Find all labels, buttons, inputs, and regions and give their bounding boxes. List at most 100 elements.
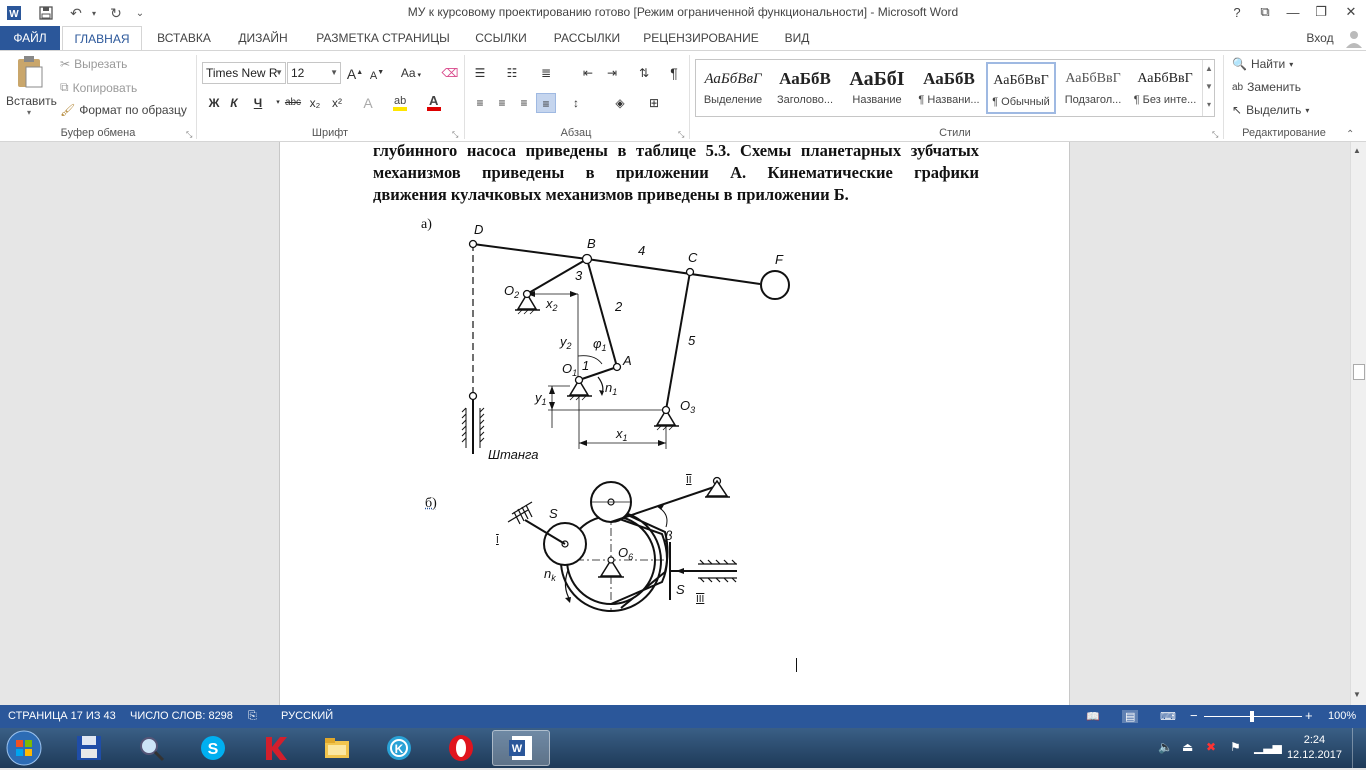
volume-icon[interactable]: 🔈: [1158, 740, 1173, 754]
tab-layout[interactable]: РАЗМЕТКА СТРАНИЦЫ: [306, 26, 460, 50]
tab-references[interactable]: ССЫЛКИ: [466, 26, 536, 50]
signal-icon[interactable]: ▁▃▅: [1254, 740, 1282, 754]
restore-button[interactable]: ❐: [1306, 0, 1336, 24]
taskbar-app-kaspersky[interactable]: [246, 730, 304, 766]
align-right-icon[interactable]: ≡: [514, 93, 534, 113]
font-size-combo[interactable]: 12 ▼: [287, 62, 341, 84]
flag-icon[interactable]: ⚑: [1230, 740, 1241, 754]
sort-icon[interactable]: ⇅: [634, 63, 654, 83]
font-color-icon[interactable]: A: [424, 93, 444, 113]
underline-button[interactable]: Ч: [248, 93, 268, 113]
styles-launcher-icon[interactable]: ⤡: [1212, 131, 1220, 139]
language[interactable]: РУССКИЙ: [281, 710, 333, 722]
format-painter-button[interactable]: 🖌 Формат по образцу: [60, 103, 187, 117]
shrink-font-button[interactable]: A▼: [367, 63, 387, 83]
tab-home[interactable]: ГЛАВНАЯ: [62, 26, 142, 51]
vertical-scrollbar[interactable]: ▲ ▼: [1350, 142, 1366, 705]
tab-view[interactable]: ВИД: [772, 26, 822, 50]
line-spacing-icon[interactable]: ↕: [566, 93, 586, 113]
help-button[interactable]: ?: [1222, 0, 1252, 24]
style-normal[interactable]: АаБбВвГ ¶ Обычный: [986, 62, 1056, 114]
copy-button[interactable]: ⧉ Копировать: [60, 80, 137, 95]
tab-review[interactable]: РЕЦЕНЗИРОВАНИЕ: [638, 26, 764, 50]
scroll-thumb[interactable]: [1353, 364, 1365, 380]
paragraph-launcher-icon[interactable]: ⤡: [678, 131, 686, 139]
style-emphasis[interactable]: АаБбВвГ Выделение: [698, 62, 768, 114]
sign-in-link[interactable]: Вход: [1300, 26, 1340, 50]
gallery-scroll[interactable]: ▲ ▼ ▾: [1202, 60, 1215, 116]
usb-device-icon[interactable]: ⏏: [1182, 740, 1193, 754]
zoom-slider-thumb[interactable]: [1250, 711, 1254, 722]
close-button[interactable]: ✕: [1336, 0, 1366, 24]
decrease-indent-icon[interactable]: ⇤: [578, 63, 598, 83]
start-button[interactable]: [4, 729, 44, 767]
collapse-ribbon-icon[interactable]: ⌃: [1346, 129, 1354, 140]
taskbar-app-search[interactable]: [122, 730, 180, 766]
taskbar-app-floppy[interactable]: [60, 730, 118, 766]
font-family-combo[interactable]: Times New R ▼: [202, 62, 286, 84]
document-area[interactable]: глубинного насоса приведены в таблице 5.…: [0, 142, 1350, 705]
replace-button[interactable]: ab Заменить: [1232, 80, 1301, 94]
shading-icon[interactable]: ◈: [610, 93, 630, 113]
cut-button[interactable]: ✂ Вырезать: [60, 57, 127, 71]
zoom-out-button[interactable]: −: [1190, 708, 1198, 723]
user-avatar-icon[interactable]: [1344, 28, 1364, 48]
zoom-in-button[interactable]: +: [1305, 708, 1313, 723]
document-page[interactable]: глубинного насоса приведены в таблице 5.…: [279, 142, 1070, 705]
strikethrough-button[interactable]: abc: [282, 93, 304, 113]
numbering-icon[interactable]: ☷: [502, 63, 522, 83]
print-layout-icon[interactable]: ▤: [1122, 710, 1139, 723]
change-case-button[interactable]: Aa ▾: [396, 63, 426, 83]
paste-button[interactable]: Вставить ▾: [6, 55, 57, 119]
ribbon-display-options-button[interactable]: ⧉: [1250, 0, 1280, 24]
proofing-icon[interactable]: ⎘: [248, 710, 257, 723]
page-count[interactable]: СТРАНИЦА 17 ИЗ 43: [8, 710, 116, 722]
scroll-up-icon[interactable]: ▲: [1353, 146, 1361, 155]
select-button[interactable]: ↖ Выделить ▾: [1232, 103, 1309, 117]
superscript-button[interactable]: x²: [327, 93, 347, 113]
style-heading[interactable]: АаБбВ Заголово...: [770, 62, 840, 114]
style-no-spacing[interactable]: АаБбВвГ ¶ Без инте...: [1130, 62, 1200, 114]
subscript-button[interactable]: x₂: [305, 93, 325, 113]
clear-formatting-icon[interactable]: ⌫: [440, 63, 460, 83]
find-button[interactable]: 🔍 Найти ▾: [1232, 57, 1293, 71]
italic-button[interactable]: К: [224, 93, 244, 113]
bullets-icon[interactable]: ☰: [470, 63, 490, 83]
word-count[interactable]: ЧИСЛО СЛОВ: 8298: [130, 710, 233, 722]
style-title-para[interactable]: АаБбВ ¶ Названи...: [914, 62, 984, 114]
tab-file[interactable]: ФАЙЛ: [0, 26, 60, 50]
align-left-icon[interactable]: ≡: [470, 93, 490, 113]
multilevel-list-icon[interactable]: ≣: [536, 63, 556, 83]
grow-font-button[interactable]: A▲: [345, 63, 365, 83]
taskbar-app-skype[interactable]: S: [184, 730, 242, 766]
highlight-color-icon[interactable]: ab: [390, 93, 410, 113]
tab-design[interactable]: ДИЗАЙН: [228, 26, 298, 50]
read-mode-icon[interactable]: 📖: [1086, 710, 1100, 723]
web-layout-icon[interactable]: ⌨: [1160, 710, 1176, 723]
increase-indent-icon[interactable]: ⇥: [602, 63, 622, 83]
body-paragraph[interactable]: глубинного насоса приведены в таблице 5.…: [373, 142, 979, 206]
system-clock[interactable]: 2:24 12.12.2017: [1287, 733, 1342, 763]
bold-button[interactable]: Ж: [204, 93, 224, 113]
taskbar-app-opera[interactable]: [432, 730, 490, 766]
show-formatting-marks-icon[interactable]: ¶: [664, 63, 684, 83]
show-desktop-button[interactable]: [1352, 728, 1366, 768]
style-title[interactable]: АаБбІ Название: [842, 62, 912, 114]
taskbar-app-browser[interactable]: K: [370, 730, 428, 766]
zoom-level[interactable]: 100%: [1328, 710, 1356, 722]
tab-mailings[interactable]: РАССЫЛКИ: [544, 26, 630, 50]
paragraph-line: движения кулачковых механизмов приведены…: [373, 185, 849, 204]
scroll-down-icon[interactable]: ▼: [1353, 690, 1361, 699]
text-effects-icon[interactable]: A: [358, 93, 378, 113]
clipboard-launcher-icon[interactable]: ⤡: [186, 131, 194, 139]
justify-icon[interactable]: ≡: [536, 93, 556, 113]
borders-icon[interactable]: ⊞: [644, 93, 664, 113]
taskbar-app-explorer[interactable]: [308, 730, 366, 766]
style-subtitle[interactable]: АаБбВвГ Подзагол...: [1058, 62, 1128, 114]
font-launcher-icon[interactable]: ⤡: [452, 131, 460, 139]
network-warning-icon[interactable]: ✖: [1206, 740, 1216, 754]
align-center-icon[interactable]: ≡: [492, 93, 512, 113]
tab-insert[interactable]: ВСТАВКА: [148, 26, 220, 50]
minimize-button[interactable]: —: [1278, 0, 1308, 24]
taskbar-app-word[interactable]: W: [492, 730, 550, 766]
